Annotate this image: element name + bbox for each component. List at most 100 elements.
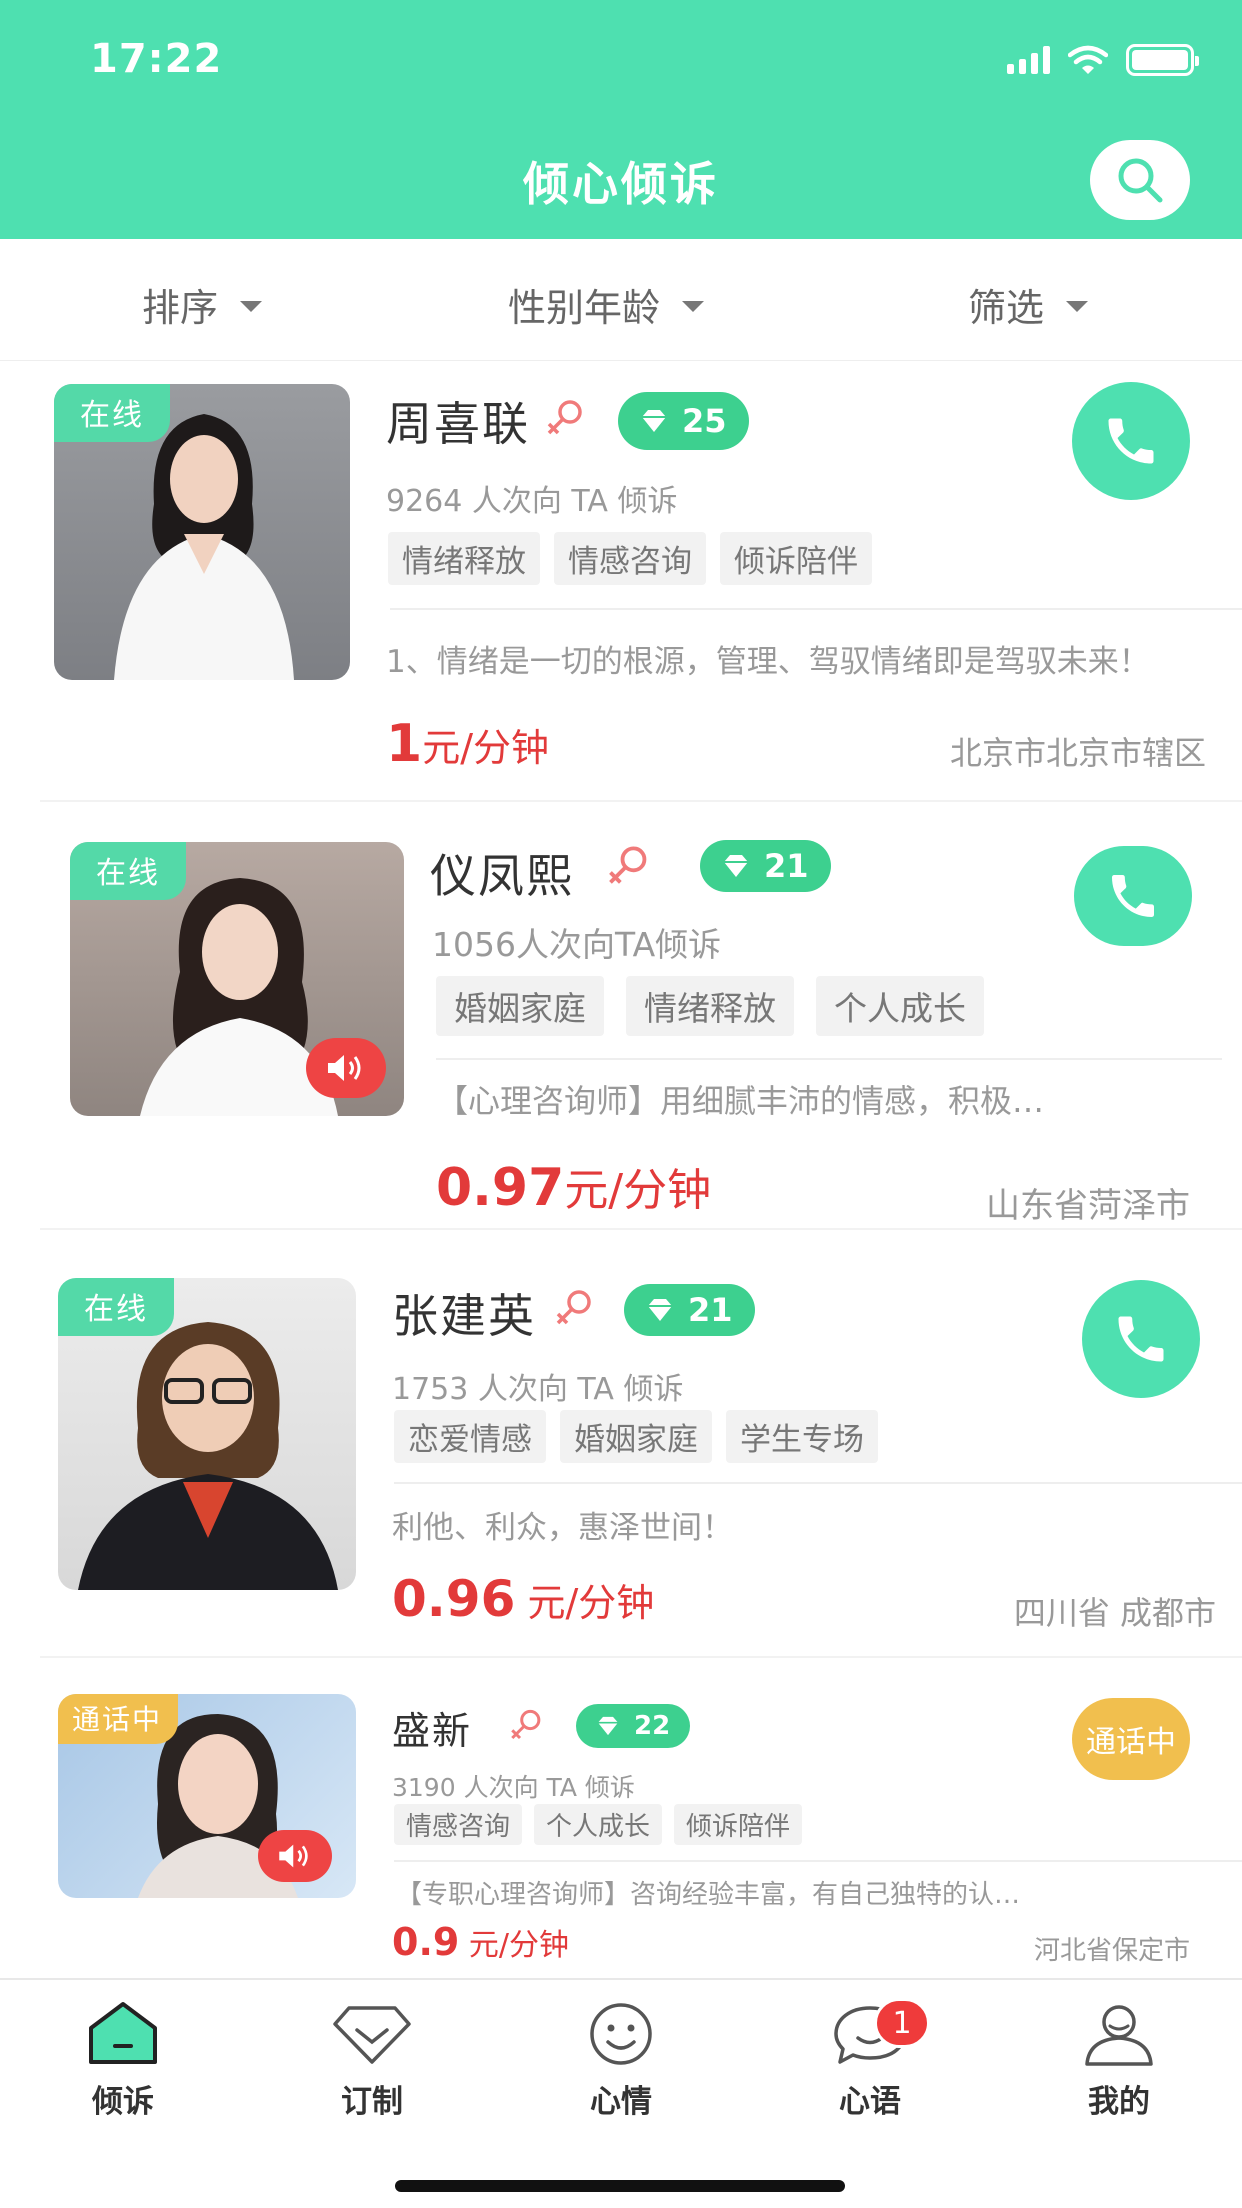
divider [394, 1860, 1242, 1862]
listener-name: 盛新 [392, 1709, 473, 1753]
listener-description: 【专职心理咨询师】咨询经验丰富，有自己独特的认… [396, 1880, 1021, 1910]
listener-card[interactable]: 在线 仪凤熙 21 1056人次向TA倾诉 婚姻家庭 情绪释放 个人成长 【心理… [0, 802, 1242, 1230]
listener-card[interactable]: 在线 张建英 21 1753 人次向 TA 倾诉 恋爱情感 婚姻家庭 学生专场 … [0, 1230, 1242, 1658]
tag: 情感咨询 [394, 1804, 523, 1845]
level-badge: 21 [624, 1284, 755, 1336]
battery-icon [1126, 44, 1199, 76]
tag: 学生专场 [726, 1410, 878, 1463]
female-icon [609, 846, 647, 884]
diamond-icon [598, 1716, 618, 1736]
listener-card[interactable]: 在线 周喜联 25 9264 人次向 TA 倾诉 情绪释放 情感咨询 倾诉陪伴 … [0, 362, 1242, 802]
phone-icon [1112, 875, 1154, 917]
tab-messages[interactable]: 心语 1 [790, 1998, 950, 2121]
call-button[interactable] [1072, 382, 1190, 500]
unread-badge: 1 [874, 1998, 930, 2048]
filter-bar: 排序 性别年龄 筛选 [0, 239, 1242, 361]
call-button[interactable] [1082, 1280, 1200, 1398]
listener-card[interactable]: 通话中 盛新 22 3190 人次向 TA 倾诉 情感咨询 个人成长 倾诉陪伴 … [0, 1658, 1242, 1976]
caret-down-icon [682, 301, 705, 312]
phone-icon [1108, 418, 1154, 464]
call-button[interactable] [1074, 846, 1192, 946]
avatar[interactable]: 在线 [58, 1278, 356, 1590]
level-value: 21 [688, 1291, 733, 1329]
level-value: 25 [682, 402, 727, 440]
speaker-icon [279, 1844, 308, 1868]
price: 0.9 元/分钟 [392, 1920, 569, 1964]
status-badge: 通话中 [58, 1694, 179, 1744]
listener-description: 1、情绪是一切的根源，管理、驾驭情绪即是驾驭未来！ [386, 644, 1150, 680]
diamond-icon [648, 1299, 672, 1321]
status-badge: 在线 [70, 842, 186, 900]
tab-label: 心情 [590, 2084, 652, 2120]
tag-list: 情感咨询 个人成长 倾诉陪伴 [394, 1804, 803, 1845]
location: 山东省菏泽市 [986, 1186, 1190, 1226]
tab-bar: 倾诉 订制 心情 心语 1 我的 [0, 1978, 1242, 2208]
tag: 婚姻家庭 [560, 1410, 712, 1463]
tab-mood[interactable]: 心情 [541, 2000, 701, 2121]
search-icon [1118, 158, 1163, 203]
signal-icon [1007, 46, 1050, 74]
tab-profile[interactable]: 我的 [1039, 2000, 1199, 2121]
caret-down-icon [1066, 301, 1089, 312]
voice-intro-button[interactable] [258, 1830, 332, 1882]
divider [390, 608, 1242, 610]
home-icon [89, 2002, 157, 2064]
listener-name: 仪凤熙 [430, 849, 574, 903]
tab-customize[interactable]: 订制 [292, 2000, 452, 2121]
location: 四川省 成都市 [1013, 1594, 1216, 1632]
female-icon [547, 400, 582, 435]
tag: 情绪释放 [626, 976, 794, 1036]
page-title: 倾心倾诉 [523, 157, 719, 211]
search-button[interactable] [1090, 140, 1190, 220]
diamond-icon [642, 410, 666, 432]
listener-description: 利他、利众，惠泽世间！ [392, 1510, 733, 1546]
listener-name: 周喜联 [386, 397, 530, 451]
avatar[interactable]: 在线 [70, 842, 404, 1116]
level-badge: 21 [700, 840, 831, 892]
tab-label: 倾诉 [92, 2084, 154, 2120]
level-badge: 22 [576, 1704, 691, 1748]
in-call-button[interactable]: 通话中 [1072, 1698, 1190, 1780]
tab-label: 我的 [1088, 2084, 1150, 2120]
smile-icon [590, 2003, 652, 2065]
home-indicator[interactable] [395, 2180, 845, 2192]
tag: 倾诉陪伴 [720, 532, 872, 585]
consult-count: 9264 人次向 TA 倾诉 [386, 484, 678, 519]
screen-filter[interactable]: 筛选 [968, 277, 1089, 332]
tag-list: 婚姻家庭 情绪释放 个人成长 [436, 976, 984, 1036]
tag: 恋爱情感 [394, 1410, 546, 1463]
profile-icon [1085, 2005, 1153, 2066]
tag: 情感咨询 [554, 532, 706, 585]
diamond-icon [333, 2006, 411, 2064]
tab-confide[interactable]: 倾诉 [43, 2000, 203, 2121]
location: 北京市北京市辖区 [949, 734, 1206, 772]
status-badge: 在线 [58, 1278, 174, 1336]
price-unit: 元/分钟 [515, 1581, 655, 1625]
price: 0.97元/分钟 [436, 1154, 711, 1218]
status-icons [1007, 44, 1199, 76]
gender-age-filter[interactable]: 性别年龄 [508, 277, 705, 332]
price-value: 0.9 [392, 1920, 460, 1964]
tag: 倾诉陪伴 [674, 1804, 803, 1845]
tag: 婚姻家庭 [436, 976, 604, 1036]
voice-intro-button[interactable] [306, 1038, 386, 1098]
avatar[interactable]: 在线 [54, 384, 350, 680]
sort-filter[interactable]: 排序 [142, 277, 263, 332]
tag-list: 情绪释放 情感咨询 倾诉陪伴 [388, 532, 872, 585]
tag: 个人成长 [534, 1804, 663, 1845]
screen-filter-label: 筛选 [968, 286, 1045, 330]
tag: 个人成长 [816, 976, 984, 1036]
tab-label: 心语 [839, 2084, 901, 2120]
consult-count: 3190 人次向 TA 倾诉 [392, 1773, 635, 1802]
price-unit: 元/分钟 [564, 1165, 712, 1216]
female-icon [511, 1709, 541, 1740]
price: 0.96 元/分钟 [392, 1570, 654, 1628]
caret-down-icon [240, 301, 263, 312]
avatar[interactable]: 通话中 [58, 1694, 356, 1898]
listener-description: 【心理咨询师】用细腻丰沛的情感，积极… [436, 1082, 1045, 1120]
price: 1元/分钟 [386, 714, 549, 774]
diamond-icon [724, 855, 748, 877]
female-icon [556, 1290, 591, 1325]
price-value: 0.97 [436, 1158, 565, 1218]
divider [436, 1058, 1222, 1060]
